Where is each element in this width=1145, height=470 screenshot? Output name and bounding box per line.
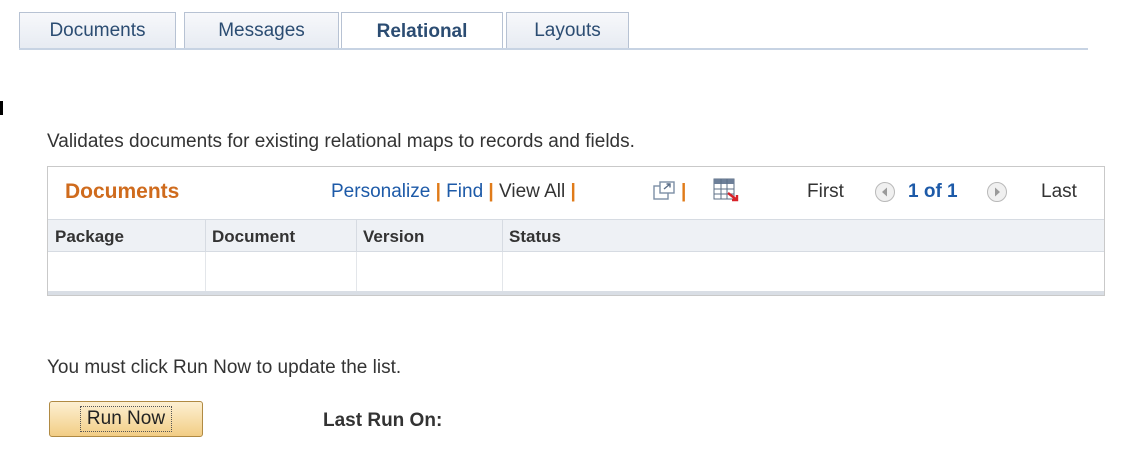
edge-mark bbox=[0, 101, 3, 115]
separator: | bbox=[570, 181, 576, 202]
table-row bbox=[48, 252, 1104, 292]
grid-header: Documents Personalize | Find | View All … bbox=[48, 167, 1104, 219]
last-label[interactable]: Last bbox=[1041, 181, 1077, 202]
column-package: Package bbox=[55, 227, 124, 246]
pager-last: Last bbox=[1041, 181, 1077, 203]
last-run-label: Last Run On: bbox=[323, 410, 443, 431]
cell-version bbox=[356, 252, 502, 292]
page-description: Validates documents for existing relatio… bbox=[47, 131, 635, 152]
find-link[interactable]: Find bbox=[446, 181, 483, 202]
run-note: You must click Run Now to update the lis… bbox=[47, 357, 402, 378]
separator: | bbox=[681, 181, 687, 202]
separator: | bbox=[435, 181, 441, 202]
tab-layouts[interactable]: Layouts bbox=[506, 12, 629, 48]
download-grid-icon[interactable] bbox=[713, 178, 739, 202]
tab-relational[interactable]: Relational bbox=[341, 12, 503, 50]
pager: First bbox=[807, 181, 844, 203]
grid-footer-bar bbox=[48, 291, 1104, 295]
cell-package bbox=[48, 252, 205, 292]
zoom-icon[interactable] bbox=[653, 181, 675, 201]
cell-document bbox=[205, 252, 356, 292]
run-now-label: Run Now bbox=[79, 406, 173, 432]
view-all-link[interactable]: View All bbox=[499, 181, 565, 202]
tab-messages[interactable]: Messages bbox=[184, 12, 339, 48]
grid-title: Documents bbox=[65, 180, 180, 203]
tab-documents[interactable]: Documents bbox=[19, 12, 176, 48]
grid-nav-links: Personalize | Find | View All | bbox=[331, 181, 576, 203]
first-label[interactable]: First bbox=[807, 181, 844, 202]
page-info: 1 of 1 bbox=[908, 181, 958, 203]
column-document: Document bbox=[212, 227, 296, 246]
separator: | bbox=[488, 181, 494, 202]
personalize-link[interactable]: Personalize bbox=[331, 181, 430, 202]
next-arrow-icon[interactable] bbox=[986, 181, 1008, 203]
tab-underline bbox=[19, 48, 1088, 50]
grid-column-headers: Package Document Version Status bbox=[48, 219, 1104, 252]
previous-arrow-icon[interactable] bbox=[874, 181, 896, 203]
column-version: Version bbox=[363, 227, 425, 246]
cell-status bbox=[502, 252, 1104, 292]
page-count: 1 of 1 bbox=[908, 181, 958, 202]
column-status: Status bbox=[509, 227, 561, 246]
documents-grid: Documents Personalize | Find | View All … bbox=[47, 166, 1105, 296]
left-edge bbox=[0, 0, 3, 470]
run-now-button[interactable]: Run Now bbox=[49, 401, 203, 437]
